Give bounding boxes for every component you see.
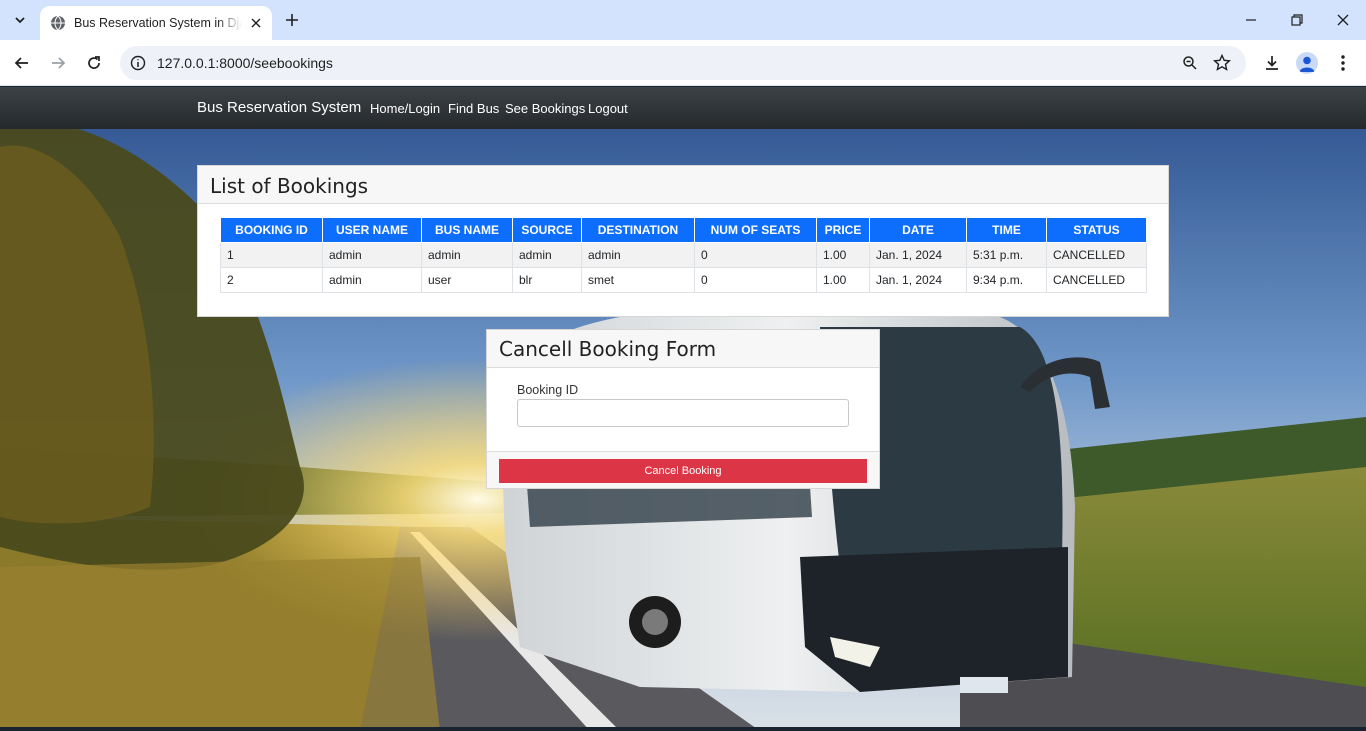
table-cell: admin <box>322 242 422 268</box>
table-cell: 1.00 <box>816 242 870 268</box>
table-cell: CANCELLED <box>1046 267 1147 293</box>
table-cell: smet <box>581 267 695 293</box>
table-cell: user <box>421 267 513 293</box>
column-header: STATUS <box>1046 217 1147 243</box>
forward-arrow-icon[interactable] <box>46 51 70 75</box>
bookings-title: List of Bookings <box>210 174 369 198</box>
table-cell: blr <box>512 267 582 293</box>
profile-avatar-icon[interactable] <box>1295 51 1319 75</box>
booking-id-label: Booking ID <box>517 383 579 397</box>
table-cell: admin <box>421 242 513 268</box>
browser-menu-icon[interactable] <box>1331 51 1355 75</box>
bookings-card-header: List of Bookings <box>198 166 1168 204</box>
cancel-booking-button[interactable]: Cancel Booking <box>499 459 867 483</box>
bookings-table: BOOKING ID USER NAME BUS NAME SOURCE DES… <box>220 217 1147 293</box>
back-arrow-icon[interactable] <box>10 51 34 75</box>
cancel-booking-card: Cancell Booking Form Booking ID Cancel B… <box>486 329 880 489</box>
zoom-icon[interactable] <box>1180 53 1200 73</box>
nav-link-logout[interactable]: Logout <box>588 101 628 116</box>
site-brand[interactable]: Bus Reservation System <box>197 99 361 116</box>
browser-tab[interactable]: Bus Reservation System in Django <box>40 6 272 40</box>
column-header: PRICE <box>816 217 870 243</box>
table-row: 1 admin admin admin admin 0 1.00 Jan. 1,… <box>220 242 1147 268</box>
address-bar[interactable]: 127.0.0.1:8000/seebookings <box>120 46 1246 80</box>
tab-search-chevron-icon[interactable] <box>8 8 32 32</box>
column-header: DATE <box>869 217 967 243</box>
table-cell: 1.00 <box>816 267 870 293</box>
table-cell: admin <box>512 242 582 268</box>
column-header: BUS NAME <box>421 217 513 243</box>
table-row: 2 admin user blr smet 0 1.00 Jan. 1, 202… <box>220 267 1147 293</box>
table-header-row: BOOKING ID USER NAME BUS NAME SOURCE DES… <box>220 217 1147 243</box>
globe-icon <box>50 15 66 31</box>
nav-link-find-bus[interactable]: Find Bus <box>448 101 499 116</box>
reload-icon[interactable] <box>82 51 106 75</box>
table-cell: admin <box>581 242 695 268</box>
bookings-card: List of Bookings BOOKING ID USER NAME BU… <box>197 165 1169 317</box>
download-icon[interactable] <box>1260 51 1284 75</box>
table-cell: 0 <box>694 242 817 268</box>
browser-toolbar: 127.0.0.1:8000/seebookings <box>0 40 1366 86</box>
column-header: DESTINATION <box>581 217 695 243</box>
close-window-icon[interactable] <box>1333 10 1353 30</box>
table-cell: CANCELLED <box>1046 242 1147 268</box>
cancel-form-footer: Cancel Booking <box>487 451 879 488</box>
tab-close-icon[interactable] <box>248 15 264 31</box>
booking-id-input[interactable] <box>517 399 849 427</box>
site-info-icon[interactable] <box>128 53 148 73</box>
table-cell: Jan. 1, 2024 <box>869 267 967 293</box>
browser-tabstrip: Bus Reservation System in Django <box>0 0 1366 40</box>
restore-icon[interactable] <box>1287 10 1307 30</box>
nav-link-see-bookings[interactable]: See Bookings <box>505 101 585 116</box>
table-cell: 5:31 p.m. <box>966 242 1047 268</box>
table-cell: 0 <box>694 267 817 293</box>
column-header: TIME <box>966 217 1047 243</box>
new-tab-plus-icon[interactable] <box>280 8 304 32</box>
table-cell: 1 <box>220 242 323 268</box>
table-cell: Jan. 1, 2024 <box>869 242 967 268</box>
url-text[interactable]: 127.0.0.1:8000/seebookings <box>157 55 333 71</box>
column-header: USER NAME <box>322 217 422 243</box>
minimize-icon[interactable] <box>1241 10 1261 30</box>
table-cell: admin <box>322 267 422 293</box>
cancel-form-title: Cancell Booking Form <box>499 337 717 361</box>
cancel-card-header: Cancell Booking Form <box>487 330 879 368</box>
nav-link-home-login[interactable]: Home/Login <box>370 101 440 116</box>
column-header: SOURCE <box>512 217 582 243</box>
bookmark-star-icon[interactable] <box>1212 53 1232 73</box>
column-header: NUM OF SEATS <box>694 217 817 243</box>
tab-title: Bus Reservation System in Django <box>74 16 242 30</box>
column-header: BOOKING ID <box>220 217 323 243</box>
table-cell: 9:34 p.m. <box>966 267 1047 293</box>
site-navbar: Bus Reservation System Home/Login Find B… <box>0 87 1366 129</box>
page-viewport: Bus Reservation System Home/Login Find B… <box>0 87 1366 731</box>
table-cell: 2 <box>220 267 323 293</box>
